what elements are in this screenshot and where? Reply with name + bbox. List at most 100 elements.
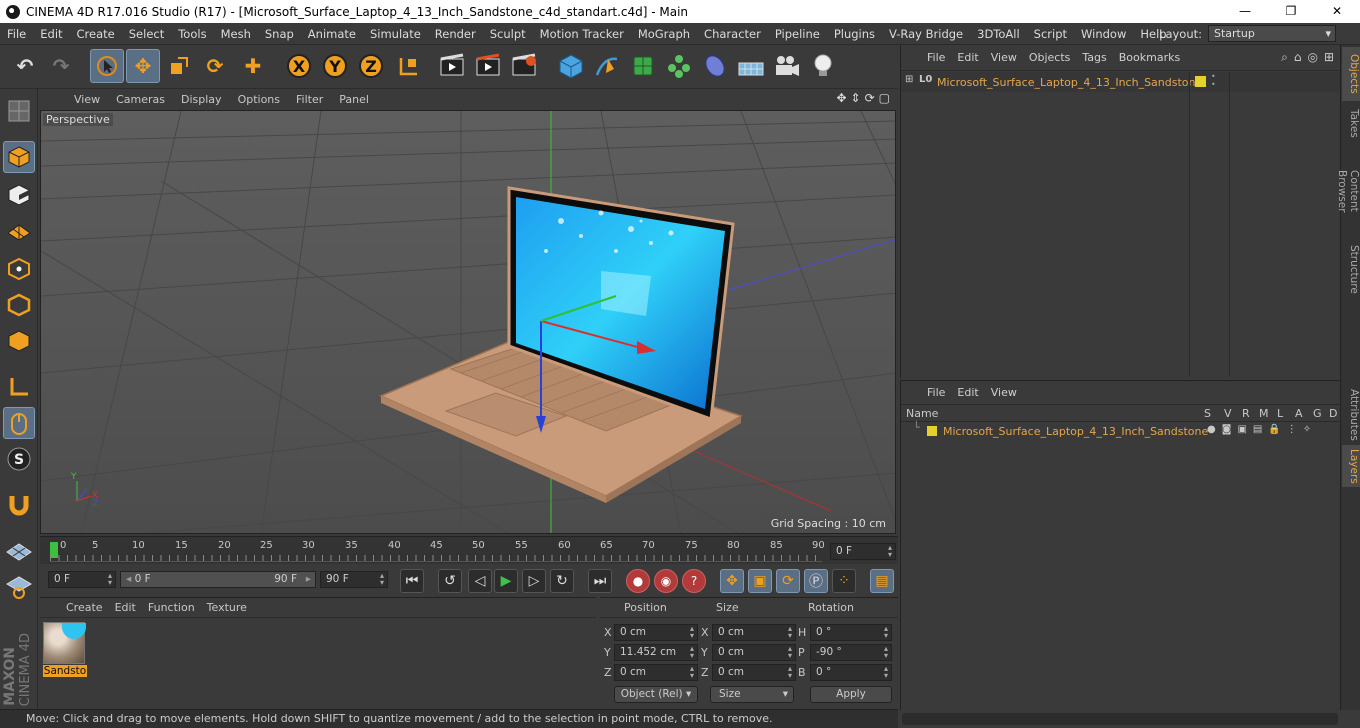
- locked-workplane-icon[interactable]: [3, 571, 35, 603]
- workplane-icon[interactable]: [3, 535, 35, 567]
- coordinate-mode-dropdown[interactable]: Object (Rel) ▾: [614, 686, 698, 703]
- generators-toggle-icon[interactable]: ✧: [1303, 424, 1311, 435]
- menu-render[interactable]: Render: [428, 27, 483, 41]
- camera-icon[interactable]: [770, 49, 804, 83]
- record-keys-icon[interactable]: ●: [626, 569, 650, 593]
- column-l[interactable]: L: [1277, 407, 1283, 420]
- model-mode-icon[interactable]: [3, 141, 35, 173]
- undo-icon[interactable]: ↶: [8, 49, 42, 83]
- rotation-p-field[interactable]: -90 ° ▴ ▾: [810, 644, 892, 661]
- objects-menu-file[interactable]: File: [921, 51, 951, 64]
- minimize-button[interactable]: —: [1222, 0, 1268, 23]
- visibility-dots-icon[interactable]: • •: [1211, 73, 1216, 89]
- timeline-ruler[interactable]: 0 5 10 15 20 25 30 35 40 45 50 55 60 65 …: [40, 536, 898, 564]
- lock-icon[interactable]: 🔒: [1268, 424, 1280, 435]
- polygons-mode-icon[interactable]: [3, 325, 35, 357]
- end-frame-field[interactable]: 90 F ▴ ▾: [320, 571, 388, 588]
- size-mode-dropdown[interactable]: Size ▾: [710, 686, 794, 703]
- move-tool-icon[interactable]: ✥: [126, 49, 160, 83]
- object-row[interactable]: ⊞ L0 Microsoft_Surface_Laptop_4_13_Inch_…: [901, 72, 1341, 92]
- menu-vray-bridge[interactable]: V-Ray Bridge: [882, 27, 970, 41]
- pen-spline-icon[interactable]: [590, 49, 624, 83]
- viewport-menu-cameras[interactable]: Cameras: [108, 93, 173, 106]
- visibility-eye-icon[interactable]: ◙: [1222, 424, 1232, 435]
- go-to-start-icon[interactable]: ⏮: [400, 569, 424, 593]
- tab-structure[interactable]: Structure: [1342, 241, 1360, 294]
- viewport-menu-options[interactable]: Options: [230, 93, 288, 106]
- viewport-menu-filter[interactable]: Filter: [288, 93, 331, 106]
- viewport-menu-view[interactable]: View: [66, 93, 108, 106]
- menu-select[interactable]: Select: [122, 27, 171, 41]
- key-rotation-icon[interactable]: ⟳: [776, 569, 800, 593]
- render-toggle-icon[interactable]: ▣: [1237, 424, 1246, 435]
- edges-mode-icon[interactable]: [3, 289, 35, 321]
- menu-animate[interactable]: Animate: [301, 27, 363, 41]
- position-y-field[interactable]: 11.452 cm ▴ ▾: [614, 644, 698, 661]
- menu-mograph[interactable]: MoGraph: [631, 27, 697, 41]
- live-selection-icon[interactable]: [90, 49, 124, 83]
- key-position-icon[interactable]: ✥: [720, 569, 744, 593]
- size-x-field[interactable]: 0 cm ▴ ▾: [712, 624, 796, 641]
- object-name[interactable]: Microsoft_Surface_Laptop_4_13_Inch_Sands…: [937, 76, 1202, 89]
- next-key-icon[interactable]: ↻: [550, 569, 574, 593]
- layer-row[interactable]: └ Microsoft_Surface_Laptop_4_13_Inch_San…: [901, 421, 1341, 439]
- previous-frame-icon[interactable]: ◁: [468, 569, 492, 593]
- objects-menu-edit[interactable]: Edit: [951, 51, 984, 64]
- render-picture-viewer-icon[interactable]: [472, 49, 506, 83]
- size-z-field[interactable]: 0 cm ▴ ▾: [712, 664, 796, 681]
- magnet-icon[interactable]: [3, 489, 35, 521]
- manager-toggle-icon[interactable]: ▤: [1253, 424, 1262, 435]
- start-frame-field[interactable]: 0 F ▴ ▾: [48, 571, 116, 588]
- recent-tool-icon[interactable]: ✚: [236, 49, 270, 83]
- column-r[interactable]: R: [1242, 407, 1250, 420]
- column-g[interactable]: G: [1313, 407, 1322, 420]
- next-frame-icon[interactable]: ▷: [522, 569, 546, 593]
- make-editable-icon[interactable]: [3, 95, 35, 127]
- menu-character[interactable]: Character: [697, 27, 768, 41]
- play-icon[interactable]: ▶: [494, 569, 518, 593]
- close-button[interactable]: ✕: [1314, 0, 1360, 23]
- position-z-field[interactable]: 0 cm ▴ ▾: [614, 664, 698, 681]
- column-d[interactable]: D: [1329, 407, 1337, 420]
- autokeying-icon[interactable]: ◉: [654, 569, 678, 593]
- tab-layers[interactable]: Layers: [1342, 445, 1360, 487]
- tab-attributes[interactable]: Attributes: [1342, 385, 1360, 443]
- render-settings-icon[interactable]: [508, 49, 542, 83]
- layout-dropdown[interactable]: Startup: [1208, 25, 1336, 42]
- objects-menu-objects[interactable]: Objects: [1023, 51, 1077, 64]
- objects-menu-bookmarks[interactable]: Bookmarks: [1113, 51, 1186, 64]
- rotate-tool-icon[interactable]: ⟳: [198, 49, 232, 83]
- deformer-icon[interactable]: [698, 49, 732, 83]
- objects-home-icon[interactable]: ⌂: [1294, 50, 1302, 65]
- layer-name[interactable]: Microsoft_Surface_Laptop_4_13_Inch_Sands…: [943, 425, 1208, 438]
- layers-menu-edit[interactable]: Edit: [951, 386, 984, 399]
- material-menu-function[interactable]: Function: [142, 601, 201, 614]
- menu-snap[interactable]: Snap: [258, 27, 301, 41]
- expand-toggle-icon[interactable]: ⊞: [905, 74, 913, 85]
- menu-motion-tracker[interactable]: Motion Tracker: [533, 27, 631, 41]
- menu-sculpt[interactable]: Sculpt: [483, 27, 533, 41]
- scale-tool-icon[interactable]: [162, 49, 196, 83]
- tab-objects[interactable]: Objects: [1342, 47, 1360, 101]
- column-v[interactable]: V: [1224, 407, 1232, 420]
- axis-mode-icon[interactable]: [3, 371, 35, 403]
- timeline-window-icon[interactable]: ▤: [870, 569, 894, 593]
- cube-primitive-icon[interactable]: [554, 49, 588, 83]
- size-y-field[interactable]: 0 cm ▴ ▾: [712, 644, 796, 661]
- menu-create[interactable]: Create: [70, 27, 122, 41]
- menu-3dtoall[interactable]: 3DToAll: [970, 27, 1027, 41]
- viewport-perspective[interactable]: Perspective Y X Z Grid Spacing : 10 cm: [40, 110, 896, 534]
- keyframe-selection-icon[interactable]: ?: [682, 569, 706, 593]
- objects-menu-view[interactable]: View: [985, 51, 1023, 64]
- render-view-icon[interactable]: [436, 49, 470, 83]
- menu-file[interactable]: File: [0, 27, 33, 41]
- texture-mode-icon[interactable]: [3, 179, 35, 211]
- layer-color-swatch[interactable]: [927, 426, 937, 436]
- menu-script[interactable]: Script: [1027, 27, 1074, 41]
- objects-menu-tags[interactable]: Tags: [1076, 51, 1112, 64]
- tab-content-browser[interactable]: Content Browser: [1336, 145, 1360, 237]
- rotation-h-field[interactable]: 0 ° ▴ ▾: [810, 624, 892, 641]
- workplane-mode-icon[interactable]: [3, 215, 35, 247]
- viewport-rotate-icon[interactable]: ⟳: [865, 91, 875, 105]
- viewport-menu-panel[interactable]: Panel: [331, 93, 377, 106]
